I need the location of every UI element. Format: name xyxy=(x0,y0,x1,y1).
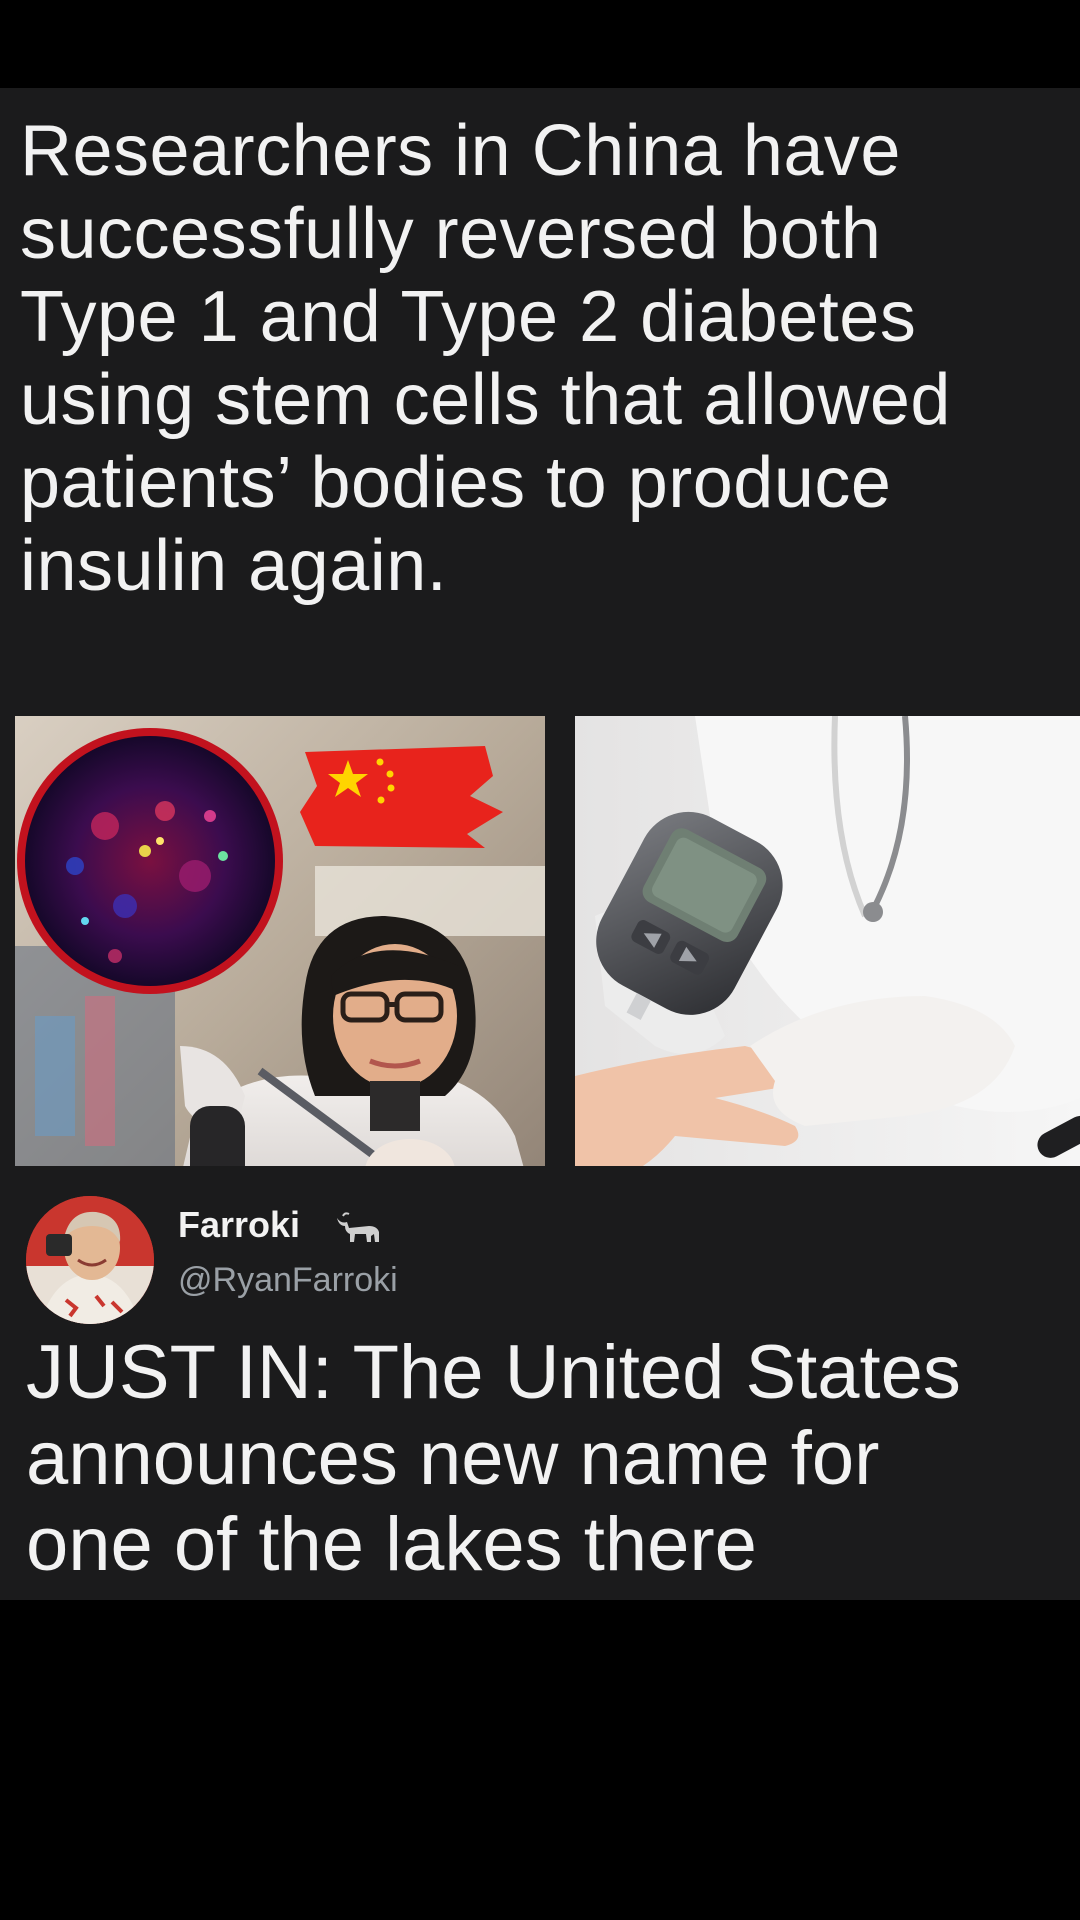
bull-icon xyxy=(333,1210,385,1246)
glucose-test-photo[interactable] xyxy=(575,716,1080,1166)
scientist-with-china-flag-photo xyxy=(15,716,545,1166)
tweet-text: JUST IN: The United States announces new… xyxy=(26,1330,961,1587)
news-post-card: Researchers in China have successfully r… xyxy=(0,88,1080,1166)
scientist-photo[interactable] xyxy=(15,716,545,1166)
user-handle[interactable]: @RyanFarroki xyxy=(178,1260,398,1300)
screen: Researchers in China have successfully r… xyxy=(0,0,1080,1920)
display-name[interactable]: Farroki xyxy=(178,1204,300,1246)
avatar[interactable] xyxy=(26,1196,154,1324)
tweet-card: Farroki @RyanFarroki JUST IN: The United… xyxy=(0,1166,1080,1600)
profile-photo xyxy=(26,1196,154,1324)
glucose-meter-finger-test-photo xyxy=(575,716,1080,1166)
post-headline: Researchers in China have successfully r… xyxy=(20,111,951,606)
